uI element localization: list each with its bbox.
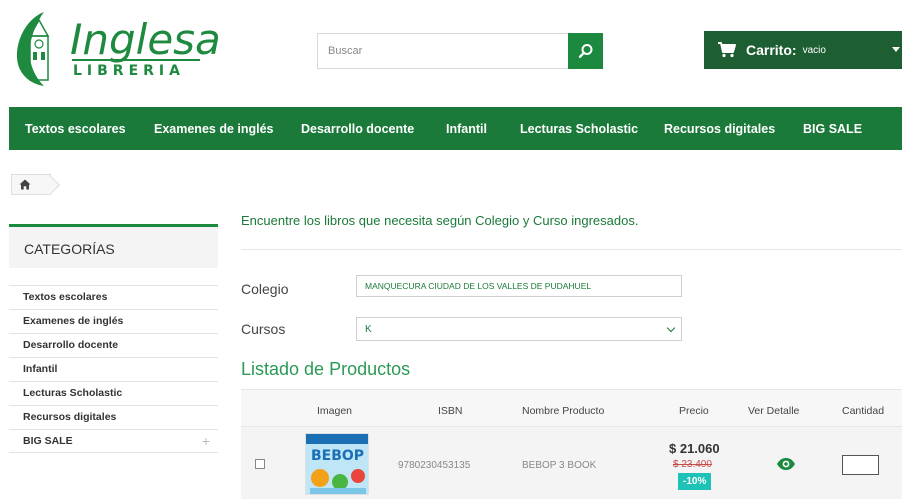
- categories-header: CATEGORÍAS: [9, 224, 218, 268]
- main-nav: Textos escolares Examenes de inglés Desa…: [9, 107, 902, 150]
- cart-icon: [718, 42, 736, 58]
- category-item-infantil[interactable]: Infantil: [9, 357, 218, 381]
- header-isbn: ISBN: [438, 405, 463, 417]
- cursos-select[interactable]: K: [356, 317, 682, 341]
- nav-item-lecturas-scholastic[interactable]: Lecturas Scholastic: [520, 122, 638, 136]
- category-label: Infantil: [23, 363, 58, 375]
- view-detail-button[interactable]: [776, 457, 796, 476]
- category-label: Examenes de inglés: [23, 315, 124, 327]
- category-label: BIG SALE: [23, 435, 73, 447]
- product-list-title: Listado de Productos: [241, 359, 411, 379]
- categories-list: Textos escolares Examenes de inglés Desa…: [9, 285, 218, 453]
- search-input[interactable]: [317, 33, 568, 69]
- category-label: Lecturas Scholastic: [23, 387, 123, 399]
- product-isbn: 9780230453135: [398, 460, 471, 471]
- nav-item-recursos-digitales[interactable]: Recursos digitales: [664, 122, 775, 136]
- chevron-down-icon: [666, 323, 676, 333]
- home-icon: [19, 179, 31, 190]
- cart-button[interactable]: Carrito: vacio: [704, 31, 902, 69]
- nav-item-infantil[interactable]: Infantil: [446, 122, 487, 136]
- cursos-label: Cursos: [241, 321, 286, 337]
- nav-item-desarrollo-docente[interactable]: Desarrollo docente: [301, 122, 414, 136]
- big-ben-logo-icon: [16, 12, 50, 86]
- expand-plus-icon[interactable]: +: [202, 433, 210, 449]
- table-row: BEBOP 9780230453135 BEBOP 3 BOOK $ 21.06…: [241, 427, 902, 499]
- nav-item-big-sale[interactable]: BIG SALE: [803, 122, 862, 136]
- categories-title: CATEGORÍAS: [24, 241, 115, 257]
- header-nombre-producto: Nombre Producto: [522, 405, 605, 417]
- breadcrumb-home[interactable]: [11, 174, 51, 195]
- category-label: Recursos digitales: [23, 411, 117, 423]
- category-item-desarrollo-docente[interactable]: Desarrollo docente: [9, 333, 218, 357]
- cursos-selected-value: K: [365, 324, 372, 335]
- search-button[interactable]: [568, 33, 603, 69]
- quantity-input[interactable]: [842, 455, 879, 475]
- colegio-label: Colegio: [241, 281, 289, 297]
- category-item-examenes-de-ingles[interactable]: Examenes de inglés: [9, 309, 218, 333]
- logo-subtitle: LIBRERIA: [73, 63, 185, 79]
- book-cover-illustration: [306, 434, 368, 494]
- cart-status: vacio: [802, 44, 826, 56]
- product-price: $ 21.060: [669, 441, 720, 456]
- category-item-big-sale[interactable]: BIG SALE +: [9, 429, 218, 453]
- chevron-down-icon: [892, 47, 900, 52]
- logo-underline: [72, 59, 200, 61]
- book-cover-title: BEBOP: [311, 448, 365, 464]
- header-cantidad: Cantidad: [842, 405, 885, 417]
- header-imagen: Imagen: [317, 405, 353, 417]
- logo-name: Inglesa: [70, 15, 221, 64]
- intro-text: Encuentre los libros que necesita según …: [241, 213, 639, 228]
- category-item-recursos-digitales[interactable]: Recursos digitales: [9, 405, 218, 429]
- search-icon: [578, 44, 592, 59]
- cart-label: Carrito:: [746, 42, 797, 58]
- section-divider: [241, 249, 902, 250]
- nav-item-examenes-de-ingles[interactable]: Examenes de inglés: [154, 122, 274, 136]
- category-label: Textos escolares: [23, 291, 108, 303]
- colegio-input[interactable]: [356, 275, 682, 297]
- header-precio: Precio: [679, 405, 709, 417]
- eye-icon: [777, 458, 795, 470]
- product-name: BEBOP 3 BOOK: [522, 460, 597, 471]
- product-old-price: $ 23.400: [673, 459, 712, 470]
- header-ver-detalle: Ver Detalle: [748, 405, 800, 417]
- nav-item-textos-escolares[interactable]: Textos escolares: [25, 122, 126, 136]
- product-cover-image[interactable]: BEBOP: [305, 433, 369, 495]
- search-bar: [317, 33, 603, 69]
- product-table-header: Imagen ISBN Nombre Producto Precio Ver D…: [241, 389, 902, 427]
- category-item-lecturas-scholastic[interactable]: Lecturas Scholastic: [9, 381, 218, 405]
- discount-badge: -10%: [678, 473, 712, 490]
- row-checkbox[interactable]: [255, 459, 265, 469]
- category-label: Desarrollo docente: [23, 339, 119, 351]
- category-item-textos-escolares[interactable]: Textos escolares: [9, 285, 218, 309]
- site-logo[interactable]: Inglesa LIBRERIA: [14, 10, 221, 90]
